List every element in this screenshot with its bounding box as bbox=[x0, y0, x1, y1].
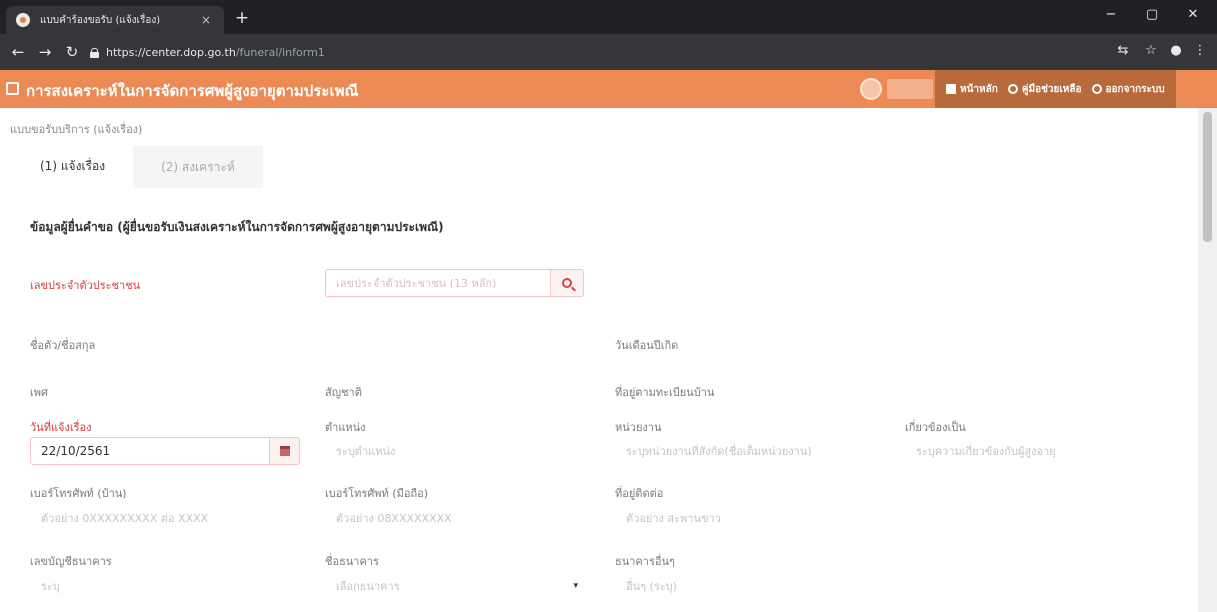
breadcrumb: แบบขอรับบริการ (แจ้งเรื่อง) bbox=[10, 123, 143, 136]
close-window-button[interactable]: ✕ bbox=[1176, 4, 1210, 26]
nationality-label: สัญชาติ bbox=[325, 386, 362, 399]
home-phone-input[interactable] bbox=[30, 504, 300, 532]
browser-toolbar: ← → ↻ https://center.dop.go.th /funeral/… bbox=[0, 34, 1217, 70]
mobile-phone-label: เบอร์โทรศัพท์ (มือถือ) bbox=[325, 487, 429, 500]
bank-other-label: ธนาคารอื่นๆ bbox=[615, 555, 675, 568]
tab-title: แบบคำร้องขอรับ (แจ้งเรื่อง) bbox=[40, 14, 161, 26]
search-icon bbox=[562, 278, 572, 288]
translate-icon[interactable]: ⇆ bbox=[1113, 43, 1133, 58]
url-host: https://center.dop.go.th bbox=[106, 46, 236, 59]
section-heading: ข้อมูลผู้ยื่นคำขอ (ผู้ยื่นขอรับเงินสงเคร… bbox=[30, 220, 444, 234]
forward-button[interactable]: → bbox=[35, 42, 55, 62]
help-icon bbox=[1007, 84, 1018, 94]
menu-icon[interactable]: ⋮ bbox=[1190, 43, 1210, 58]
home-phone-label: เบอร์โทรศัพท์ (บ้าน) bbox=[30, 487, 127, 500]
nav-help[interactable]: คู่มือช่วยเหลือ bbox=[1007, 82, 1082, 97]
contact-address-label: ที่อยู่ติดต่อ bbox=[615, 487, 664, 500]
user-name-placeholder[interactable] bbox=[887, 79, 933, 99]
bank-account-input[interactable] bbox=[30, 572, 300, 600]
nav-help-label: คู่มือช่วยเหลือ bbox=[1021, 83, 1082, 95]
id-number-input[interactable] bbox=[325, 269, 551, 297]
bank-name-select[interactable]: เลือกธนาคาร ▾ bbox=[325, 572, 595, 600]
nav-logout[interactable]: ออกจากระบบ bbox=[1091, 82, 1165, 97]
bank-name-placeholder: เลือกธนาคาร bbox=[336, 580, 400, 593]
app-title: การสงเคราะห์ในการจัดการศพผู้สูงอายุตามปร… bbox=[26, 82, 359, 100]
nav-logout-label: ออกจากระบบ bbox=[1105, 83, 1165, 95]
reload-button[interactable]: ↻ bbox=[62, 42, 82, 62]
position-input[interactable] bbox=[325, 437, 595, 465]
full-name-label: ชื่อตัว/ชื่อสกุล bbox=[30, 339, 96, 352]
home-icon bbox=[946, 84, 956, 94]
nav-home[interactable]: หน้าหลัก bbox=[946, 82, 998, 97]
id-search-button[interactable] bbox=[551, 269, 584, 297]
app-header: การสงเคราะห์ในการจัดการศพผู้สูงอายุตามปร… bbox=[0, 70, 1217, 108]
minimize-button[interactable]: − bbox=[1094, 4, 1128, 26]
id-number-label: เลขประจำตัวประชาชน bbox=[30, 279, 141, 292]
profile-icon[interactable]: ● bbox=[1166, 43, 1186, 58]
report-date-input[interactable] bbox=[30, 437, 270, 465]
nav-home-label: หน้าหลัก bbox=[960, 83, 998, 95]
report-date-label: วันที่แจ้งเรื่อง bbox=[30, 421, 92, 434]
maximize-button[interactable]: ▢ bbox=[1135, 4, 1169, 26]
relationship-input[interactable] bbox=[905, 437, 1190, 465]
calendar-button[interactable] bbox=[270, 437, 300, 465]
mobile-phone-input[interactable] bbox=[325, 504, 595, 532]
scrollbar-thumb[interactable] bbox=[1203, 112, 1212, 242]
bank-other-input[interactable] bbox=[615, 572, 895, 600]
agency-label: หน่วยงาน bbox=[615, 421, 662, 434]
chevron-down-icon: ▾ bbox=[573, 581, 578, 591]
site-favicon-icon bbox=[16, 13, 30, 27]
lock-icon bbox=[90, 47, 99, 58]
header-nav: หน้าหลัก คู่มือช่วยเหลือ ออกจากระบบ bbox=[935, 70, 1176, 108]
birth-date-label: วันเดือนปีเกิด bbox=[615, 339, 679, 352]
agency-input[interactable] bbox=[615, 437, 895, 465]
relationship-label: เกี่ยวข้องเป็น bbox=[905, 421, 966, 434]
gender-label: เพศ bbox=[30, 386, 48, 399]
tab-close-icon[interactable]: × bbox=[198, 13, 214, 27]
logo-icon bbox=[6, 82, 19, 95]
contact-address-input[interactable] bbox=[615, 504, 895, 532]
position-label: ตำแหน่ง bbox=[325, 421, 366, 434]
new-tab-button[interactable]: + bbox=[232, 8, 252, 28]
logout-icon bbox=[1091, 84, 1102, 94]
bank-account-label: เลขบัญชีธนาคาร bbox=[30, 555, 112, 568]
user-avatar[interactable] bbox=[860, 78, 882, 100]
bookmark-star-icon[interactable]: ☆ bbox=[1141, 43, 1161, 58]
browser-tab-bar: แบบคำร้องขอรับ (แจ้งเรื่อง) × + − ▢ ✕ bbox=[0, 0, 1217, 34]
house-address-label: ที่อยู่ตามทะเบียนบ้าน bbox=[615, 386, 715, 399]
browser-tab[interactable]: แบบคำร้องขอรับ (แจ้งเรื่อง) × bbox=[6, 6, 224, 34]
url-path: /funeral/inform1 bbox=[235, 46, 325, 59]
tab-inform[interactable]: (1) แจ้งเรื่อง bbox=[12, 146, 134, 188]
calendar-icon bbox=[279, 446, 290, 456]
step-tabs: (1) แจ้งเรื่อง (2) สงเคราะห์ bbox=[12, 146, 263, 188]
tab-assist[interactable]: (2) สงเคราะห์ bbox=[133, 146, 263, 188]
address-bar[interactable]: https://center.dop.go.th /funeral/inform… bbox=[90, 41, 1080, 64]
bank-name-label: ชื่อธนาคาร bbox=[325, 555, 379, 568]
back-button[interactable]: ← bbox=[8, 42, 28, 62]
